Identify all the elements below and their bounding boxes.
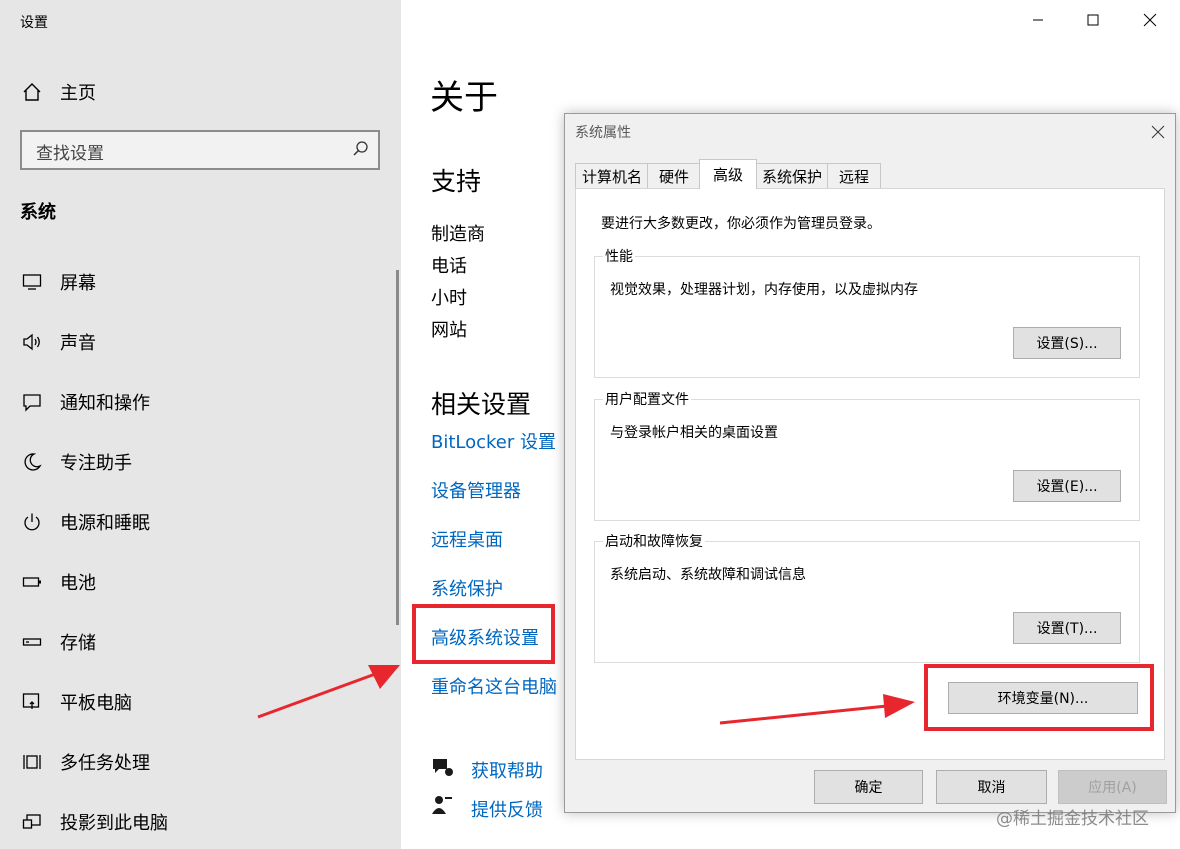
multitask-icon (20, 750, 44, 774)
sidebar-item-home[interactable]: 主页 (20, 77, 96, 107)
maximize-button[interactable] (1070, 0, 1116, 40)
link-device-manager[interactable]: 设备管理器 (431, 477, 521, 503)
cancel-button[interactable]: 取消 (936, 770, 1047, 804)
sidebar-home-label: 主页 (60, 83, 96, 104)
annotation-arrow-left (257, 665, 400, 719)
annotation-arrow-right (719, 694, 915, 725)
home-icon (20, 80, 44, 104)
tab-remote[interactable]: 远程 (827, 163, 881, 188)
sidebar-item-multitasking[interactable]: 多任务处理 (20, 747, 150, 777)
link-bitlocker[interactable]: BitLocker 设置 (431, 428, 556, 454)
group-label: 启动和故障恢复 (603, 531, 705, 551)
sidebar-item-power[interactable]: 电源和睡眠 (20, 507, 150, 537)
notification-icon (20, 390, 44, 414)
performance-settings-button[interactable]: 设置(S)... (1013, 327, 1121, 359)
support-hours: 小时 (431, 288, 467, 309)
search-icon[interactable] (352, 140, 370, 162)
apply-button: 应用(A) (1058, 770, 1167, 804)
battery-icon (20, 570, 44, 594)
sidebar-item-storage[interactable]: 存储 (20, 627, 96, 657)
support-phone: 电话 (431, 256, 467, 277)
section-title: 系统 (20, 202, 56, 223)
moon-icon (20, 450, 44, 474)
close-icon (1143, 13, 1157, 27)
sidebar-item-label: 专注助手 (60, 453, 132, 474)
related-heading: 相关设置 (431, 390, 532, 419)
page-title: 关于 (430, 78, 498, 118)
group-user-profiles: 用户配置文件 与登录帐户相关的桌面设置 设置(E)... (594, 389, 1140, 521)
sidebar-item-label: 多任务处理 (60, 753, 150, 774)
sidebar-item-label: 电源和睡眠 (60, 513, 150, 534)
feedback-link[interactable]: 提供反馈 (471, 796, 543, 822)
tab-system-protection[interactable]: 系统保护 (755, 163, 829, 188)
storage-icon (20, 630, 44, 654)
sidebar-item-label: 存储 (60, 633, 96, 654)
support-heading: 支持 (431, 167, 482, 196)
project-icon (20, 810, 44, 834)
window-title: 设置 (20, 15, 48, 31)
sidebar-item-label: 声音 (60, 333, 96, 354)
link-rename-pc[interactable]: 重命名这台电脑 (431, 673, 557, 699)
watermark: @稀土掘金技术社区 (996, 809, 1149, 829)
group-startup-recovery: 启动和故障恢复 系统启动、系统故障和调试信息 设置(T)... (594, 531, 1140, 663)
sidebar-item-battery[interactable]: 电池 (20, 567, 96, 597)
help-icon (430, 755, 454, 783)
get-help-link[interactable]: 获取帮助 (471, 757, 543, 783)
sidebar-item-sound[interactable]: 声音 (20, 327, 96, 357)
sidebar-item-label: 电池 (60, 573, 96, 594)
user-profiles-settings-button[interactable]: 设置(E)... (1013, 470, 1121, 502)
support-manufacturer: 制造商 (431, 224, 485, 245)
monitor-icon (20, 270, 44, 294)
link-system-protection[interactable]: 系统保护 (431, 575, 503, 601)
sidebar-item-tablet[interactable]: 平板电脑 (20, 687, 132, 717)
group-description: 系统启动、系统故障和调试信息 (610, 567, 806, 583)
sidebar-item-projecting[interactable]: 投影到此电脑 (20, 807, 168, 837)
group-label: 用户配置文件 (603, 389, 691, 409)
sidebar-item-display[interactable]: 屏幕 (20, 267, 96, 297)
dialog-close-button[interactable] (1151, 124, 1165, 143)
tab-advanced[interactable]: 高级 (699, 159, 757, 189)
maximize-icon (1087, 14, 1099, 26)
admin-notice: 要进行大多数更改，你必须作为管理员登录。 (601, 216, 881, 232)
support-website: 网站 (431, 320, 467, 341)
minimize-button[interactable] (1015, 0, 1061, 40)
highlight-box-env (924, 664, 1154, 731)
group-description: 视觉效果，处理器计划，内存使用，以及虚拟内存 (610, 282, 918, 298)
close-button[interactable] (1127, 0, 1173, 40)
ok-button[interactable]: 确定 (814, 770, 923, 804)
sidebar-item-label: 平板电脑 (60, 693, 132, 714)
dialog-title: 系统属性 (575, 125, 631, 141)
speaker-icon (20, 330, 44, 354)
search-input[interactable]: 查找设置 (20, 130, 380, 170)
sidebar-item-label: 屏幕 (60, 273, 96, 294)
group-performance: 性能 视觉效果，处理器计划，内存使用，以及虚拟内存 设置(S)... (594, 246, 1140, 378)
close-icon (1151, 125, 1165, 139)
feedback-icon (430, 794, 454, 822)
sidebar-item-notifications[interactable]: 通知和操作 (20, 387, 150, 417)
sidebar-item-focus[interactable]: 专注助手 (20, 447, 132, 477)
sidebar-scrollbar[interactable] (396, 270, 399, 625)
power-icon (20, 510, 44, 534)
tablet-icon (20, 690, 44, 714)
sidebar-item-label: 通知和操作 (60, 393, 150, 414)
link-remote-desktop[interactable]: 远程桌面 (431, 526, 503, 552)
startup-recovery-settings-button[interactable]: 设置(T)... (1013, 612, 1121, 644)
tab-computer-name[interactable]: 计算机名 (575, 163, 649, 188)
tab-hardware[interactable]: 硬件 (647, 163, 701, 188)
group-description: 与登录帐户相关的桌面设置 (610, 425, 778, 441)
highlight-box-advanced (412, 604, 555, 664)
sidebar-item-label: 投影到此电脑 (60, 813, 168, 834)
group-label: 性能 (603, 246, 635, 266)
minimize-icon (1033, 19, 1043, 21)
search-placeholder: 查找设置 (36, 144, 104, 164)
